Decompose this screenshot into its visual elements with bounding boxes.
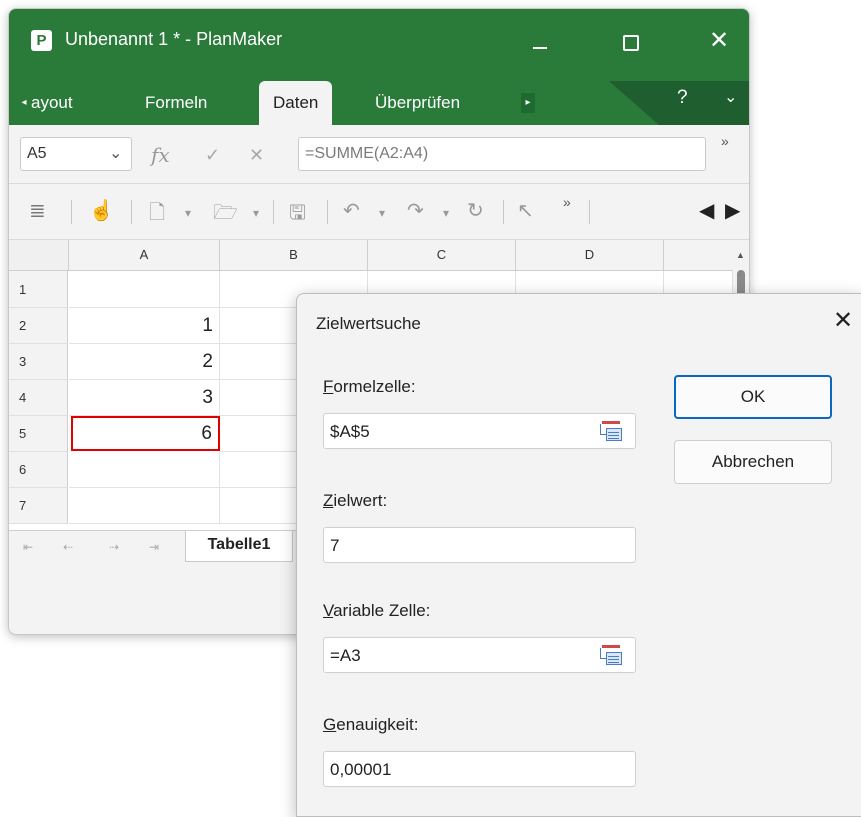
column-header-a[interactable]: A: [69, 240, 220, 270]
toolbar-separator: [71, 200, 72, 224]
undo-icon[interactable]: ↶: [343, 198, 360, 223]
toolbar-separator: [131, 200, 132, 224]
formula-bar: A5 ⌄ fx ✓ ✕ =SUMME(A2:A4) »: [9, 125, 749, 184]
formula-input[interactable]: =SUMME(A2:A4): [298, 137, 706, 171]
precision-field[interactable]: 0,00001: [323, 751, 636, 787]
title-bar: P Unbenannt 1 * - PlanMaker ✕: [9, 9, 749, 81]
close-window-button[interactable]: ✕: [699, 21, 739, 61]
confirm-icon[interactable]: ✓: [205, 145, 220, 166]
formula-cell-field[interactable]: $A$5: [323, 413, 636, 449]
column-header-d[interactable]: D: [516, 240, 664, 270]
row-header-2[interactable]: 2: [9, 308, 68, 344]
cell-picker-icon[interactable]: [600, 421, 622, 441]
planmaker-logo-icon: P: [31, 30, 52, 51]
tab-layout[interactable]: ayout: [31, 81, 73, 125]
chevron-down-icon[interactable]: ⌄: [109, 143, 122, 163]
help-icon[interactable]: ?: [677, 87, 688, 109]
sheet-tab-tabelle1[interactable]: Tabelle1: [185, 531, 293, 562]
tab-ueberpruefen[interactable]: Überprüfen: [375, 81, 460, 125]
row-header-7[interactable]: 7: [9, 488, 68, 524]
select-icon[interactable]: ↖: [517, 198, 534, 223]
toolbar-separator: [589, 200, 590, 224]
row-header-6[interactable]: 6: [9, 452, 68, 488]
next-sheet-icon[interactable]: ⇢: [109, 540, 119, 554]
formula-cell-value: $A$5: [330, 422, 370, 441]
cell-reference-box[interactable]: A5 ⌄: [20, 137, 132, 171]
scroll-up-icon[interactable]: ▲: [736, 250, 745, 260]
row-header-3[interactable]: 3: [9, 344, 68, 380]
variable-cell-field[interactable]: =A3: [323, 637, 636, 673]
target-value-value: 7: [330, 536, 340, 555]
ok-button[interactable]: OK: [674, 375, 832, 419]
dialog-title: Zielwertsuche: [316, 314, 421, 333]
last-sheet-icon[interactable]: ⇥: [149, 540, 159, 554]
minimize-button[interactable]: [519, 21, 559, 61]
cell-a2[interactable]: 1: [69, 308, 220, 344]
toolbar: ≣ ☝ 🗋 ▾ 🗁 ▾ 🖫 ↶ ▾ ↷ ▾ ↻ ↖ » ◀ ▶: [9, 184, 749, 240]
precision-label: Genauigkeit:: [323, 715, 419, 734]
toolbar-more-icon[interactable]: »: [563, 194, 571, 210]
redo-dropdown-icon[interactable]: ▾: [443, 206, 449, 220]
variable-cell-value: =A3: [330, 646, 361, 665]
ribbon-decoration: [609, 81, 749, 125]
toolbar-separator: [503, 200, 504, 224]
cell-a4[interactable]: 3: [69, 380, 220, 416]
column-header-b[interactable]: B: [220, 240, 368, 270]
save-icon[interactable]: 🖫: [289, 198, 306, 232]
ribbon-scroll-right-icon[interactable]: ▸: [521, 93, 535, 113]
maximize-button[interactable]: [609, 21, 649, 61]
first-sheet-icon[interactable]: ⇤: [23, 540, 33, 554]
cell-picker-icon[interactable]: [600, 645, 622, 665]
previous-sheet-icon[interactable]: ⇠: [63, 540, 73, 554]
align-icon[interactable]: ≣: [29, 198, 46, 223]
row-header-5[interactable]: 5: [9, 416, 68, 452]
redo-icon[interactable]: ↷: [407, 198, 424, 223]
column-header-c[interactable]: C: [368, 240, 516, 270]
variable-cell-label: Variable Zelle:: [323, 601, 431, 620]
cell-a6[interactable]: [69, 452, 220, 488]
target-value-field[interactable]: 7: [323, 527, 636, 563]
goal-seek-dialog: Zielwertsuche ✕ Formelzelle: $A$5 Zielwe…: [296, 293, 861, 817]
column-header-row: A B C D: [9, 240, 749, 271]
ribbon-tabs: ◂ ayout Formeln Daten Überprüfen ▸ ? ⌄: [9, 81, 749, 125]
toolbar-separator: [327, 200, 328, 224]
new-file-icon[interactable]: 🗋: [149, 198, 165, 232]
dialog-close-icon[interactable]: ✕: [833, 306, 853, 335]
new-file-dropdown-icon[interactable]: ▾: [185, 206, 191, 220]
ribbon-collapse-icon[interactable]: ⌄: [724, 87, 737, 107]
function-icon[interactable]: fx: [151, 143, 170, 167]
cell-reference-value: A5: [27, 145, 47, 162]
open-dropdown-icon[interactable]: ▾: [253, 206, 259, 220]
formula-bar-more-icon[interactable]: »: [721, 133, 729, 149]
select-all-corner[interactable]: [9, 240, 69, 270]
hand-icon[interactable]: ☝: [89, 198, 114, 223]
ribbon-scroll-left-icon[interactable]: ◂: [17, 93, 31, 113]
undo-dropdown-icon[interactable]: ▾: [379, 206, 385, 220]
cell-a5-selected[interactable]: 6: [71, 416, 220, 451]
repeat-icon[interactable]: ↻: [467, 198, 484, 223]
row-header-4[interactable]: 4: [9, 380, 68, 416]
target-value-label: Zielwert:: [323, 491, 388, 510]
cell-a3[interactable]: 2: [69, 344, 220, 380]
window-title: Unbenannt 1 * - PlanMaker: [65, 29, 283, 49]
scroll-left-icon[interactable]: ◀: [699, 198, 714, 223]
cancel-icon[interactable]: ✕: [249, 145, 264, 166]
toolbar-separator: [273, 200, 274, 224]
cell-a7[interactable]: [69, 488, 220, 524]
precision-value: 0,00001: [330, 760, 392, 779]
cancel-button[interactable]: Abbrechen: [674, 440, 832, 484]
row-header-1[interactable]: 1: [9, 271, 68, 308]
formula-cell-label: Formelzelle:: [323, 377, 416, 396]
tab-formeln[interactable]: Formeln: [145, 81, 207, 125]
cell-a1[interactable]: [69, 271, 220, 308]
formula-text: =SUMME(A2:A4): [305, 145, 429, 162]
open-folder-icon[interactable]: 🗁: [213, 198, 238, 232]
scroll-right-icon[interactable]: ▶: [725, 198, 740, 223]
tab-daten[interactable]: Daten: [259, 81, 333, 125]
